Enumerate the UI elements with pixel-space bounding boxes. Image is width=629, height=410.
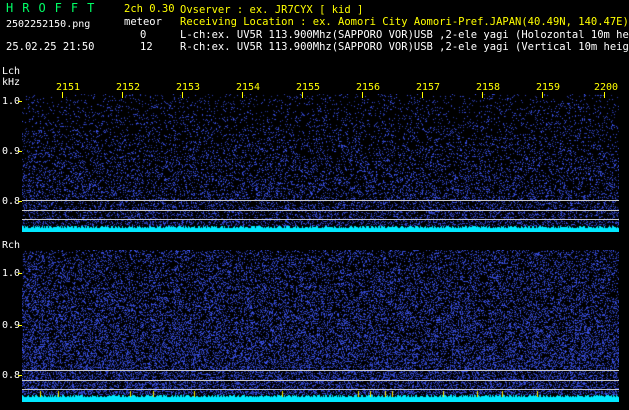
time-tick: 2157 — [416, 82, 441, 93]
freq-tick-mark — [18, 325, 22, 326]
time-tick: 2151 — [56, 82, 81, 93]
time-tick: 2200 — [594, 82, 619, 93]
time-tick-mark — [122, 92, 123, 98]
filename: 2502252150.png — [6, 19, 91, 30]
rch-marker-line — [22, 380, 619, 381]
mode-label: 2ch 0.30 — [124, 3, 175, 15]
meteor-count-lch: 0 — [140, 29, 147, 41]
time-tick-mark — [182, 92, 183, 98]
freq-tick-mark — [18, 201, 22, 202]
meteor-label: meteor — [124, 16, 162, 28]
rch-marker-line — [22, 389, 619, 390]
rch-marker-line — [22, 370, 619, 371]
time-tick: 2153 — [176, 82, 201, 93]
time-tick-mark — [62, 92, 63, 98]
lch-marker-line — [22, 200, 619, 201]
time-tick: 2156 — [356, 82, 381, 93]
freq-tick-mark — [18, 151, 22, 152]
lch-equipment-line: L-ch:ex. UV5R 113.900Mhz(SAPPORO VOR)USB… — [180, 29, 629, 41]
time-tick: 2155 — [296, 82, 321, 93]
time-tick-mark — [482, 92, 483, 98]
freq-tick-mark — [18, 375, 22, 376]
lch-marker-line — [22, 219, 619, 220]
time-tick-mark — [362, 92, 363, 98]
meteor-count-rch: 12 — [140, 41, 153, 53]
lch-spectrogram-canvas — [22, 94, 619, 232]
time-tick-mark — [242, 92, 243, 98]
time-tick-mark — [422, 92, 423, 98]
time-tick: 2159 — [536, 82, 561, 93]
time-tick: 2152 — [116, 82, 141, 93]
location-line: Receiving Location : ex. Aomori City Aom… — [180, 16, 629, 28]
app-brand: HROFFT — [6, 1, 104, 15]
rch-equipment-line: R-ch:ex. UV5R 113.900Mhz(SAPPORO VOR)USB… — [180, 41, 629, 53]
time-tick-mark — [604, 92, 605, 98]
rch-channel-label: Rch — [2, 240, 21, 251]
freq-tick-mark — [18, 273, 22, 274]
lch-spectrogram — [22, 94, 619, 232]
lch-unit-label: kHz — [2, 77, 21, 88]
freq-tick-mark — [18, 101, 22, 102]
time-tick: 2154 — [236, 82, 261, 93]
observer-line: Ovserver : ex. JR7CYX [ kid ] — [180, 4, 364, 16]
time-tick-mark — [542, 92, 543, 98]
lch-marker-line — [22, 210, 619, 211]
datetime: 25.02.25 21:50 — [6, 41, 95, 53]
time-tick: 2158 — [476, 82, 501, 93]
lch-channel-label: Lch — [2, 66, 21, 77]
time-tick-mark — [302, 92, 303, 98]
